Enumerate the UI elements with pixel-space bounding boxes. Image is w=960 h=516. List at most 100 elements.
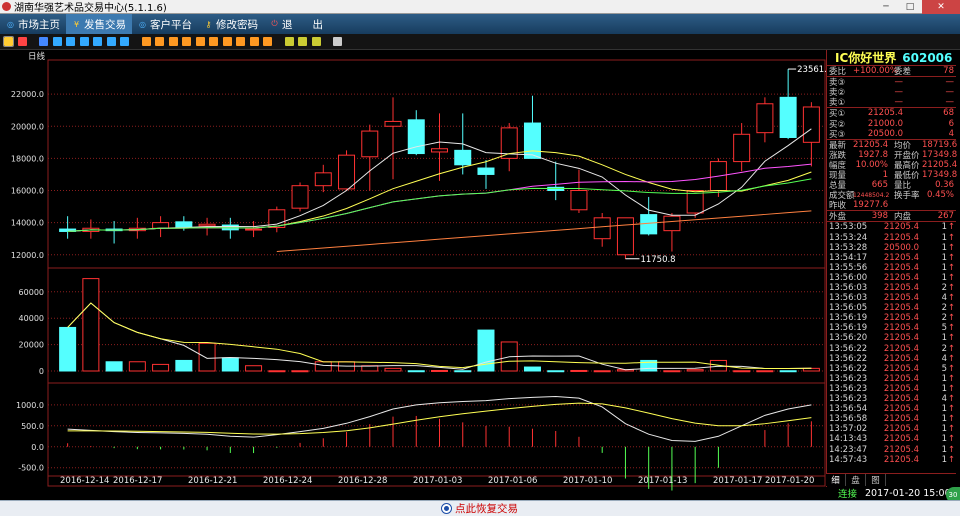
candle-body [454,149,472,166]
menu-item-1[interactable]: ¥ 发售交易 [66,14,132,34]
close-icon[interactable] [120,37,129,46]
menu-item-0[interactable]: ◎ 市场主页 [0,14,66,34]
tab-orderbook[interactable]: 盘 [846,474,866,486]
restore-icon [442,504,451,513]
outer-inner-row: 外盘 398 内盘 267 [829,211,954,223]
kline-chart[interactable]: 22000.0 20000.0 18000.0 16000.0 14000.0 12000… [0,50,826,500]
period-icon[interactable] [209,37,218,46]
volume-bar [198,342,216,372]
candle [593,212,611,247]
date-tick-label: 2016-12-28 [338,476,388,486]
volume-bar [128,361,146,372]
candle [686,190,704,218]
pencil-icon[interactable] [311,37,321,46]
candle-body [570,190,588,211]
volume-bar [570,369,588,372]
globe-icon: ◎ [7,19,14,29]
candle [733,123,751,172]
zoom-in-icon[interactable] [284,37,294,46]
volume-bar [756,370,774,373]
candle [245,221,263,238]
date-tick-label: 2016-12-17 [113,476,163,486]
tick-row: 13:54:17 21205.4 1 ↑ [829,252,955,263]
max-price-label: 23561.6 [797,65,826,75]
period-label: 日线 [28,51,46,62]
menu-item-4[interactable]: ⏻ 退 [264,14,299,34]
volume-ma-line [67,302,812,371]
maximize-button[interactable]: □ [898,0,922,14]
candle [779,69,797,140]
minimize-button[interactable]: ─ [874,0,898,14]
zoom-out-icon[interactable] [298,37,307,46]
volume-bar [291,370,309,373]
candle [547,161,565,201]
date-tick-label: 2016-12-14 [60,476,110,486]
tick-row: 14:57:43 21205.4 1 ↑ [829,454,955,465]
macd-tick-label: -500.0 [18,464,44,473]
volume-ma-line [67,302,812,369]
yen-icon: ¥ [73,19,80,29]
quote-panel: IC你好世界 602006 委比 +100.00% 委差 78 卖③ — — 卖② — — 卖… [826,50,957,487]
calendar-icon[interactable] [52,37,62,46]
volume-tick-label: 0 [39,367,44,376]
tab-chart[interactable]: 图 [866,474,886,486]
chart-frame [47,59,826,487]
bottom-bar[interactable]: 点此恢复交易 [0,500,960,516]
tick-row: 14:13:43 21205.4 1 ↑ [829,434,955,445]
date-tick-label: 2016-12-24 [263,476,313,486]
volume-tick-label: 20000 [19,341,44,350]
line-chart-icon[interactable] [17,37,27,46]
tick-row: 13:56:22 21205.4 4 ↑ [829,353,955,364]
calendar-icon[interactable] [93,37,102,46]
volume-bar [663,370,681,373]
period-icon[interactable] [168,37,178,46]
candle-body [152,222,170,229]
period-icon[interactable] [195,37,205,46]
candle [570,169,588,213]
tab-detail[interactable]: 细 [826,474,846,486]
period-icon[interactable] [182,37,191,46]
period-icon[interactable] [155,37,164,46]
calendar-icon[interactable] [106,37,116,46]
price-tick-label: 12000.0 [11,251,44,260]
menu-item-label: 修改密码 [216,18,258,31]
trade-tick-list[interactable]: 13:53:05 21205.4 1 ↑ 13:53:24 21205.4 1 ↑ 13:53:… [827,222,956,464]
menu-item-2[interactable]: ◎ 客户平台 [132,14,198,34]
ma60-line [276,210,812,253]
volume-bar [152,363,170,372]
date-tick-label: 2017-01-06 [488,476,538,486]
volume-bar [384,367,402,372]
tick-row: 13:56:22 21205.4 5 ↑ [829,363,955,374]
candle-body [477,167,495,175]
calendar-icon[interactable] [79,37,89,46]
close-button[interactable]: ✕ [922,0,960,14]
tick-row: 13:56:23 21205.4 4 ↑ [829,394,955,405]
app-logo-icon [2,2,11,11]
volume-bar [686,369,704,372]
volume-bar [454,370,472,373]
candle-body [291,185,309,209]
restore-trading-link[interactable]: 点此恢复交易 [455,501,518,516]
volume-bar [82,278,100,372]
gear-icon[interactable] [333,37,342,46]
bar-chart-icon[interactable] [3,36,14,47]
period-icon[interactable] [236,37,245,46]
status-area: 连接 2017-01-20 15:00 [838,487,960,501]
menu-item-5[interactable]: 出 [307,14,330,34]
date-tick-label: 2017-01-13 [638,476,688,486]
period-icon[interactable] [249,37,259,46]
tick-row: 13:56:19 21205.4 5 ↑ [829,323,955,334]
menu-item-3[interactable]: ⚷ 修改密码 [198,14,264,34]
period-icon[interactable] [141,37,151,46]
price-tick-label: 18000.0 [11,154,44,163]
candle [523,95,541,159]
price-tick-label: 20000.0 [11,122,44,131]
tick-row: 13:53:05 21205.4 1 ↑ [829,222,955,233]
calendar-icon[interactable] [66,37,75,46]
period-icon[interactable] [222,37,232,46]
candle [152,216,170,238]
candle [128,217,146,239]
menu-item-label: 市场主页 [18,18,60,31]
calendar-icon[interactable] [39,37,48,46]
period-icon[interactable] [263,37,272,46]
